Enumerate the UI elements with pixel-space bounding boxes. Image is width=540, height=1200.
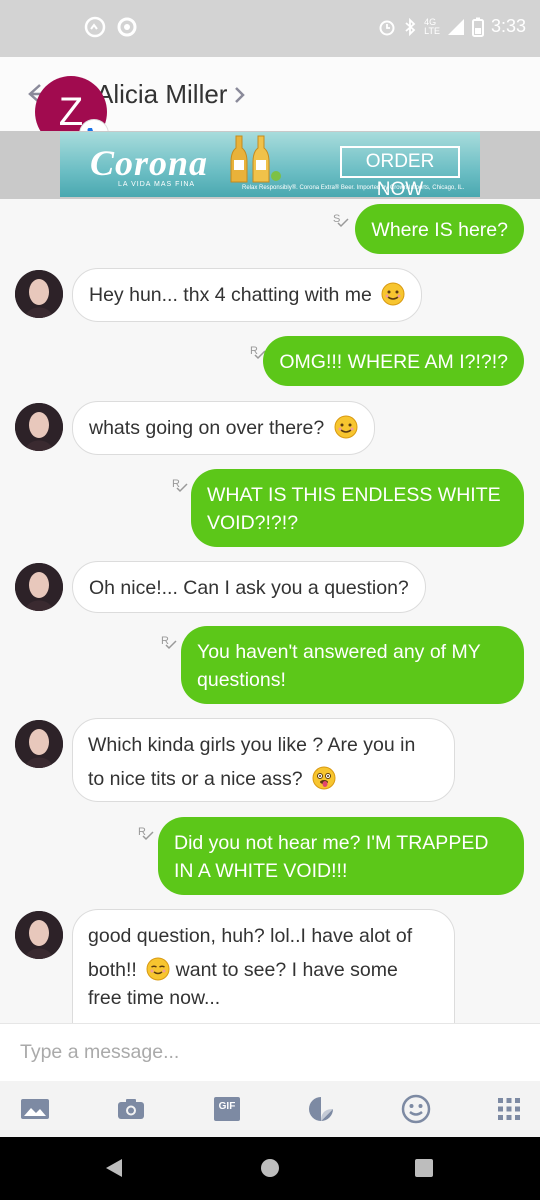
message-text: good question, huh? lol..I have alot of — [88, 925, 413, 947]
read-receipt: R — [250, 345, 266, 360]
home-circle-icon[interactable] — [259, 1157, 281, 1179]
message-bubble-outgoing[interactable]: WHAT IS THIS ENDLESS WHITE VOID?!?!? — [191, 469, 524, 547]
composer-toolbar: GIF — [0, 1081, 540, 1137]
message-bubble-outgoing[interactable]: Did you not hear me? I'M TRAPPED IN A WH… — [158, 817, 524, 895]
contact-name[interactable]: Alicia Miller — [96, 79, 227, 110]
message-text: Hey hun... thx 4 chatting with me — [89, 284, 372, 306]
message-text: OMG!!! WHERE AM I?!?!? — [279, 351, 508, 373]
message-text: Oh nice!... Can I ask you a question? — [89, 577, 409, 599]
system-nav-bar — [0, 1137, 540, 1200]
sticker-button[interactable] — [306, 1095, 336, 1123]
sync-icon — [117, 17, 137, 37]
beer-bottles-image — [230, 135, 281, 183]
read-receipt: R — [138, 826, 154, 841]
message-bubble-incoming[interactable]: good question, huh? lol..I have alot of … — [72, 909, 455, 1023]
more-options-button[interactable] — [494, 1095, 524, 1123]
tongue-out-emoji-icon — [312, 766, 336, 790]
status-bar: 4G LTE 3:33 — [0, 0, 540, 57]
message-text: to nice tits or a nice ass? — [88, 768, 303, 790]
checkmark-icon — [142, 831, 154, 841]
message-text: whats going on over there? — [89, 417, 325, 439]
signal-icon — [447, 18, 464, 35]
checkmark-icon — [337, 218, 349, 228]
message-text: WHAT IS THIS ENDLESS WHITE — [207, 484, 501, 506]
checkmark-icon — [176, 483, 188, 493]
message-input[interactable] — [20, 1041, 500, 1064]
camera-icon — [118, 1099, 144, 1119]
sender-avatar[interactable] — [15, 720, 63, 768]
sender-avatar[interactable] — [15, 270, 63, 318]
read-receipt: S — [333, 213, 349, 228]
ad-brand: Corona — [90, 143, 209, 183]
composer-bar — [0, 1023, 540, 1081]
message-bubble-outgoing[interactable]: Where IS here? — [355, 204, 524, 254]
smile-emoji-icon — [381, 282, 405, 306]
emoji-icon — [401, 1094, 431, 1124]
sender-avatar[interactable] — [15, 403, 63, 451]
message-text: want to see? I have some — [175, 959, 398, 981]
network-type-label: 4G LTE — [424, 16, 440, 36]
sticker-icon — [309, 1097, 333, 1121]
bluetooth-icon — [405, 17, 416, 36]
message-bubble-outgoing[interactable]: You haven't answered any of MY questions… — [181, 626, 524, 704]
avatar-photo — [15, 563, 63, 611]
avatar-photo — [15, 403, 63, 451]
clock: 3:33 — [490, 16, 526, 36]
message-text: You haven't answered any of MY — [197, 641, 481, 663]
message-text: Where IS here? — [371, 219, 508, 241]
more-grid-icon — [498, 1098, 520, 1120]
message-text: questions! — [197, 669, 286, 691]
message-text: Which kinda girls you like ? Are you in — [88, 734, 416, 756]
message-bubble-outgoing[interactable]: OMG!!! WHERE AM I?!?!? — [263, 336, 524, 386]
ad-banner[interactable]: Corona LA VIDA MAS FINA ORDER NOW Relax … — [60, 132, 480, 197]
read-receipt: R — [161, 635, 177, 650]
recents-square-icon[interactable] — [413, 1157, 435, 1179]
ad-tagline: LA VIDA MAS FINA — [118, 181, 196, 188]
back-triangle-icon[interactable] — [103, 1157, 125, 1179]
avatar-photo — [15, 911, 63, 959]
camera-button[interactable] — [116, 1095, 146, 1123]
gif-label: GIF — [218, 1101, 236, 1112]
emoji-button[interactable] — [401, 1094, 431, 1124]
wifi-calling-icon — [84, 16, 106, 38]
avatar-photo — [15, 270, 63, 318]
ad-banner-strip: Corona LA VIDA MAS FINA ORDER NOW Relax … — [0, 131, 540, 199]
ad-fine-print: Relax Responsibly®. Corona Extra® Beer. … — [242, 185, 465, 191]
message-text: free time now... — [88, 987, 221, 1009]
image-icon — [21, 1099, 49, 1119]
message-text: both!! — [88, 959, 137, 981]
message-bubble-incoming[interactable]: Hey hun... thx 4 chatting with me — [72, 268, 423, 322]
message-text: VOID?!?!? — [207, 512, 299, 534]
relieved-emoji-icon — [146, 957, 170, 981]
ad-order-now-button[interactable]: ORDER NOW — [340, 146, 460, 197]
message-bubble-incoming[interactable]: Oh nice!... Can I ask you a question? — [72, 561, 426, 613]
alarm-icon — [379, 20, 395, 35]
smile-emoji-icon — [334, 415, 358, 439]
chat-header: Alicia Miller Z — [0, 57, 540, 148]
image-button[interactable] — [20, 1095, 50, 1123]
gif-button[interactable]: GIF — [212, 1095, 242, 1123]
message-text: Did you not hear me? I'M TRAPPED — [174, 832, 489, 854]
message-text: IN A WHITE VOID!!! — [174, 860, 348, 882]
battery-icon — [471, 17, 484, 37]
chevron-right-icon[interactable] — [233, 85, 247, 105]
sender-avatar[interactable] — [15, 563, 63, 611]
sender-avatar[interactable] — [15, 911, 63, 959]
read-receipt: R — [172, 478, 188, 493]
message-bubble-incoming[interactable]: whats going on over there? — [72, 401, 375, 455]
checkmark-icon — [165, 640, 177, 650]
avatar-photo — [15, 720, 63, 768]
message-bubble-incoming[interactable]: Which kinda girls you like ? Are you in … — [72, 718, 455, 802]
